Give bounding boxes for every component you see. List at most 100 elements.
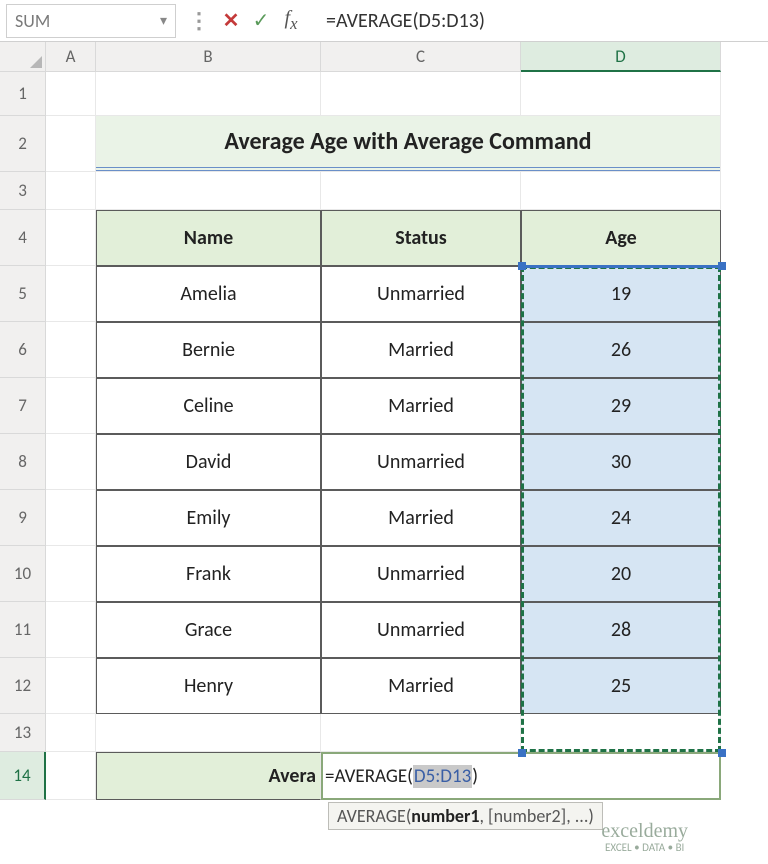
cell[interactable] — [46, 266, 96, 322]
cell-age[interactable]: 28 — [521, 602, 721, 658]
cell[interactable] — [321, 714, 521, 752]
cell[interactable] — [46, 322, 96, 378]
cell[interactable] — [321, 172, 521, 210]
chevron-down-icon[interactable]: ▾ — [160, 12, 167, 29]
range-handle[interactable] — [718, 749, 726, 757]
page-title: Average Age with Average Command — [224, 127, 591, 156]
name-box[interactable]: SUM ▾ — [6, 4, 176, 38]
cell-name[interactable]: Bernie — [96, 322, 321, 378]
row-header-14[interactable]: 14 — [0, 752, 46, 800]
cell[interactable] — [46, 658, 96, 714]
cell[interactable] — [96, 714, 321, 752]
cell-age[interactable]: 30 — [521, 434, 721, 490]
range-handle[interactable] — [518, 262, 526, 270]
cell[interactable] — [46, 210, 96, 266]
cell-age[interactable]: 25 — [521, 658, 721, 714]
cell-name[interactable]: Grace — [96, 602, 321, 658]
cell-status[interactable]: Unmarried — [321, 434, 521, 490]
row-header-1[interactable]: 1 — [0, 72, 46, 116]
table-row: EmilyMarried24 — [46, 490, 721, 546]
average-label-cell[interactable]: Avera — [96, 752, 321, 800]
column-header-C[interactable]: C — [321, 42, 521, 72]
cell[interactable] — [46, 378, 96, 434]
range-handle[interactable] — [718, 262, 726, 270]
formula-suffix: ) — [472, 765, 478, 788]
cell[interactable] — [46, 434, 96, 490]
cell-name[interactable]: Frank — [96, 546, 321, 602]
column-header-D[interactable]: D — [521, 42, 721, 72]
header-name[interactable]: Name — [96, 210, 321, 266]
function-tooltip: AVERAGE(number1, [number2], ...) — [328, 802, 603, 830]
cell[interactable] — [521, 714, 721, 752]
cell[interactable] — [46, 116, 96, 172]
cell[interactable] — [521, 72, 721, 116]
formula-bar: SUM ▾ ⋮ ✕ ✓ fx =AVERAGE(D5:D13) — [0, 0, 768, 42]
row-header-4[interactable]: 4 — [0, 210, 46, 266]
title-cell[interactable]: Average Age with Average Command — [96, 116, 721, 172]
column-header-A[interactable]: A — [46, 42, 96, 72]
cell-status[interactable]: Married — [321, 490, 521, 546]
select-all-corner[interactable] — [0, 42, 46, 72]
table-row: Avera =AVERAGE(D5:D13) — [46, 752, 721, 800]
cell[interactable] — [96, 72, 321, 116]
cell[interactable] — [321, 72, 521, 116]
cell-age[interactable]: 19 — [521, 266, 721, 322]
cell[interactable] — [46, 546, 96, 602]
cell-name[interactable]: Celine — [96, 378, 321, 434]
header-status[interactable]: Status — [321, 210, 521, 266]
table-row: FrankUnmarried20 — [46, 546, 721, 602]
cells-area[interactable]: Average Age with Average Command Name St… — [46, 72, 721, 800]
cell[interactable] — [46, 172, 96, 210]
table-row — [46, 714, 721, 752]
cell[interactable] — [46, 72, 96, 116]
column-header-B[interactable]: B — [96, 42, 321, 72]
cell-status[interactable]: Married — [321, 658, 521, 714]
cell[interactable] — [521, 172, 721, 210]
column-headers: ABCD — [46, 42, 721, 72]
cell-age[interactable]: 29 — [521, 378, 721, 434]
cell[interactable] — [46, 714, 96, 752]
cell-status[interactable]: Married — [321, 378, 521, 434]
table-row — [46, 72, 721, 116]
formula-prefix: =AVERAGE( — [325, 765, 413, 788]
row-header-5[interactable]: 5 — [0, 266, 46, 322]
fx-icon[interactable]: fx — [276, 7, 306, 34]
cell-age[interactable]: 20 — [521, 546, 721, 602]
row-header-7[interactable]: 7 — [0, 378, 46, 434]
row-header-8[interactable]: 8 — [0, 434, 46, 490]
cell-status[interactable]: Unmarried — [321, 602, 521, 658]
row-header-12[interactable]: 12 — [0, 658, 46, 714]
header-age[interactable]: Age — [521, 210, 721, 266]
cell[interactable] — [46, 490, 96, 546]
average-formula-cell[interactable]: =AVERAGE(D5:D13) — [321, 752, 721, 800]
cell-name[interactable]: Henry — [96, 658, 321, 714]
row-header-9[interactable]: 9 — [0, 490, 46, 546]
row-header-6[interactable]: 6 — [0, 322, 46, 378]
cell-name[interactable]: Amelia — [96, 266, 321, 322]
cell-status[interactable]: Married — [321, 322, 521, 378]
cell[interactable] — [46, 602, 96, 658]
cell-age[interactable]: 26 — [521, 322, 721, 378]
range-handle[interactable] — [518, 749, 526, 757]
cell-age[interactable]: 24 — [521, 490, 721, 546]
row-header-10[interactable]: 10 — [0, 546, 46, 602]
cell[interactable] — [46, 752, 96, 800]
cancel-icon[interactable]: ✕ — [216, 8, 246, 33]
cell[interactable] — [96, 172, 321, 210]
row-header-13[interactable]: 13 — [0, 714, 46, 752]
cell-name[interactable]: Emily — [96, 490, 321, 546]
table-row: Average Age with Average Command — [46, 116, 721, 172]
cell-status[interactable]: Unmarried — [321, 266, 521, 322]
formula-range-ref: D5:D13 — [413, 765, 472, 788]
table-row: BernieMarried26 — [46, 322, 721, 378]
cell-name[interactable]: David — [96, 434, 321, 490]
row-header-11[interactable]: 11 — [0, 602, 46, 658]
formula-input[interactable]: =AVERAGE(D5:D13) — [306, 9, 768, 33]
cell-status[interactable]: Unmarried — [321, 546, 521, 602]
row-header-2[interactable]: 2 — [0, 116, 46, 172]
confirm-icon[interactable]: ✓ — [246, 8, 276, 33]
name-box-value: SUM — [15, 10, 50, 32]
row-headers: 1234567891011121314 — [0, 72, 46, 800]
row-header-3[interactable]: 3 — [0, 172, 46, 210]
table-row: CelineMarried29 — [46, 378, 721, 434]
